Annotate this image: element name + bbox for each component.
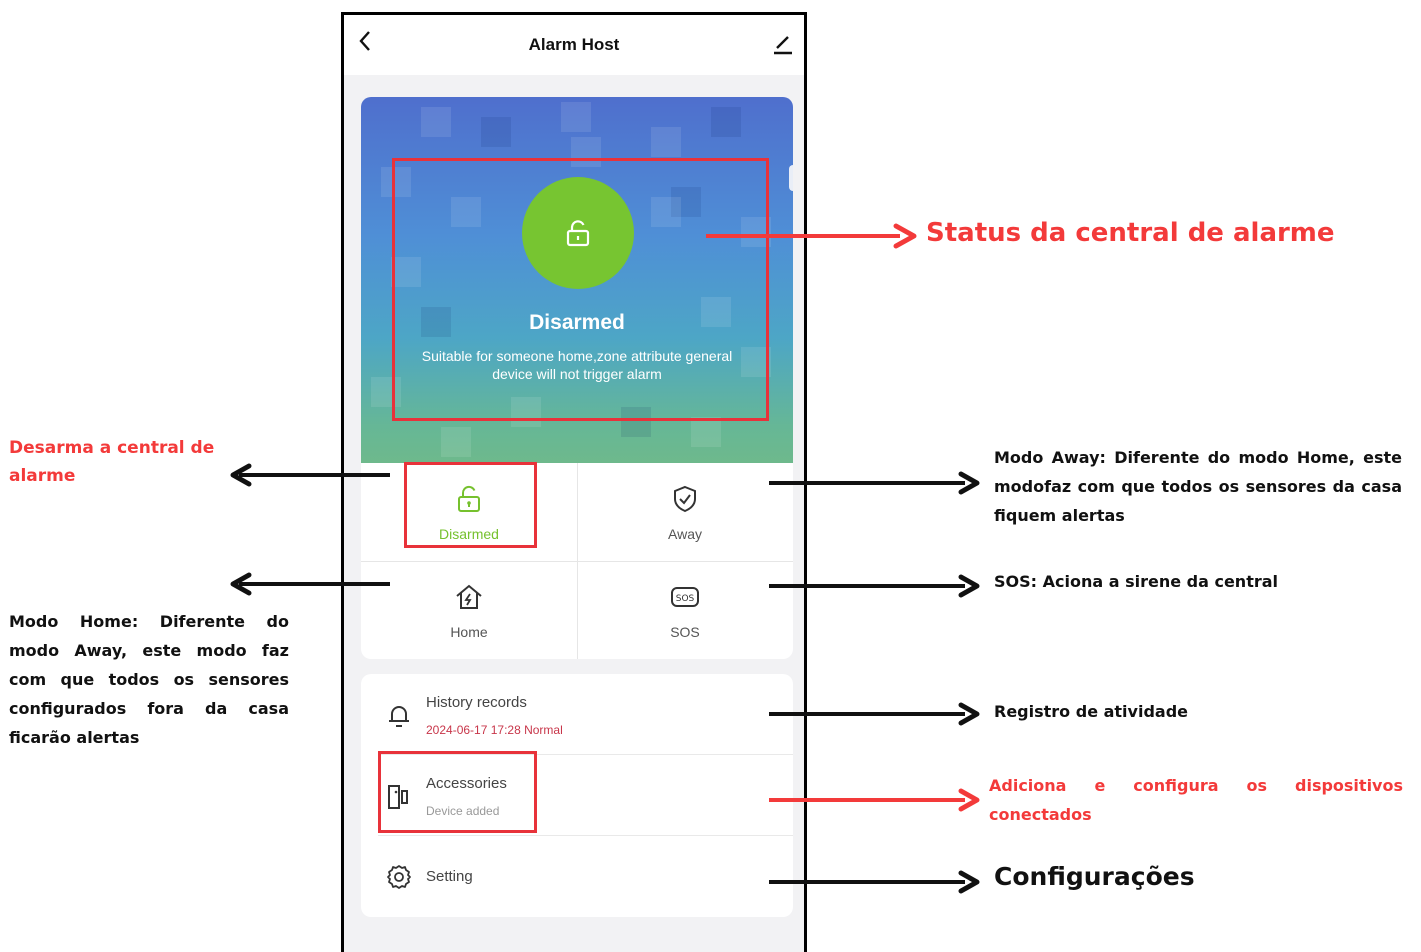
- history-arrow: [769, 702, 980, 726]
- setting-row[interactable]: Setting: [361, 836, 793, 916]
- gear-icon: [387, 865, 411, 889]
- annotation-sos: SOS: Aciona a sirene da central: [994, 572, 1279, 591]
- sos-arrow: [769, 574, 980, 598]
- bell-icon: [389, 706, 409, 727]
- status-highlight-box: [392, 158, 769, 421]
- pencil-icon: [774, 36, 792, 55]
- annotation-status: Status da central de alarme: [926, 218, 1335, 248]
- mode-sos-button[interactable]: SOS SOS: [577, 561, 793, 659]
- setting-arrow: [769, 870, 980, 894]
- annotation-accessories: Adiciona e configura os dispositivos con…: [989, 776, 1403, 824]
- page-title: Alarm Host: [528, 35, 620, 54]
- accessories-arrow: [769, 788, 980, 812]
- history-records-row[interactable]: History records 2024-06-17 17:28 Normal: [361, 674, 793, 754]
- mode-label: Away: [668, 526, 702, 542]
- annotation-disarm: Desarma a central de alarme: [9, 438, 215, 486]
- sos-icon: SOS: [671, 587, 699, 607]
- setting-title: Setting: [426, 868, 473, 885]
- shield-check-icon: [674, 485, 696, 513]
- svg-text:SOS: SOS: [676, 594, 695, 604]
- annotation-home: Modo Home: Diferente do modo Away, este …: [9, 612, 289, 747]
- away-arrow: [769, 471, 980, 495]
- accessories-highlight-box: [378, 751, 537, 833]
- mode-away-button[interactable]: Away: [577, 463, 793, 561]
- app-bar: Alarm Host: [344, 15, 804, 75]
- history-subtitle: 2024-06-17 17:28 Normal: [426, 723, 563, 737]
- status-arrow: [706, 223, 917, 249]
- house-bolt-icon: [456, 584, 482, 609]
- disarmed-highlight-box: [404, 462, 537, 548]
- annotation-setting: Configurações: [994, 862, 1195, 891]
- home-arrow: [230, 572, 390, 596]
- edit-button[interactable]: [770, 31, 796, 57]
- mode-label: SOS: [670, 624, 700, 640]
- history-title: History records: [426, 694, 527, 711]
- annotation-history: Registro de atividade: [994, 702, 1189, 721]
- annotation-away: Modo Away: Diferente do modo Home, este …: [994, 448, 1402, 525]
- mode-label: Home: [450, 624, 488, 640]
- side-tab-handle[interactable]: [789, 165, 793, 191]
